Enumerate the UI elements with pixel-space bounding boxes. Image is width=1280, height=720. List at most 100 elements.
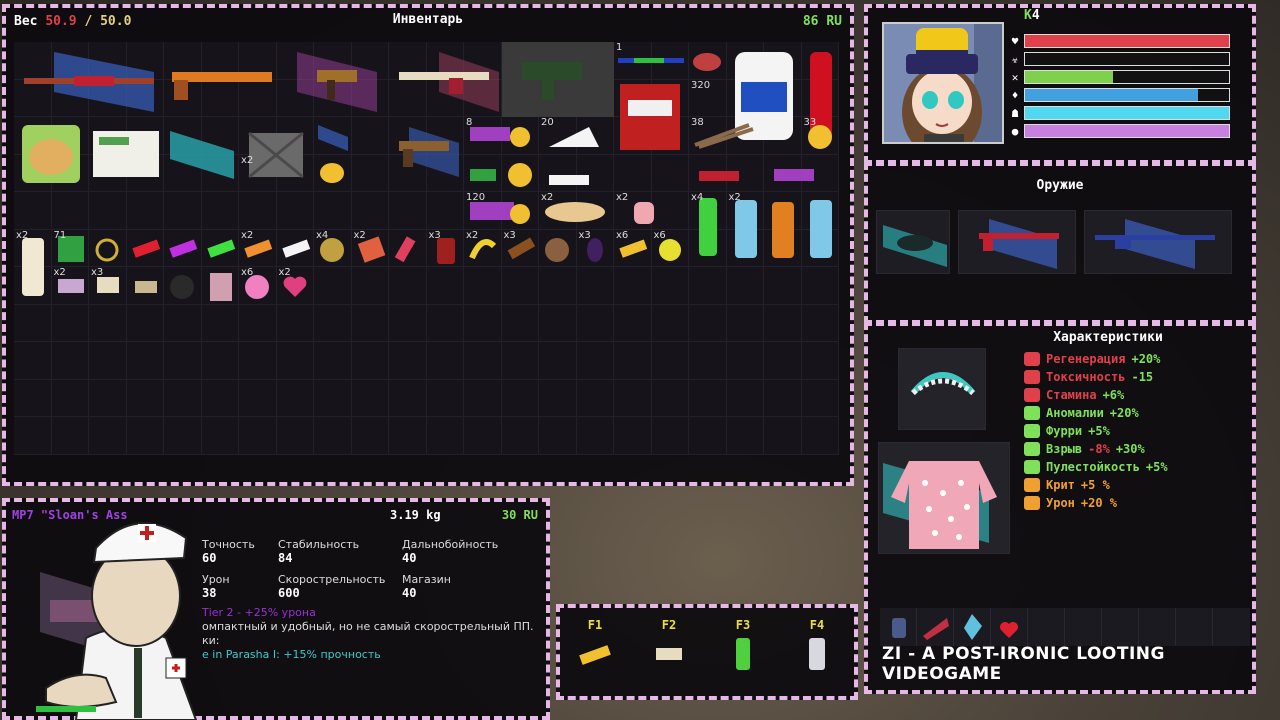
inventory-cell[interactable] [314,154,352,192]
weapon-slot-melee[interactable] [876,210,950,274]
trinket-slot[interactable] [991,608,1028,646]
inventory-item[interactable] [314,117,352,155]
inventory-cell[interactable] [89,229,127,267]
inventory-cell[interactable] [501,42,614,117]
inventory-cell[interactable] [276,379,314,417]
inventory-cell[interactable] [651,342,689,380]
inventory-cell[interactable] [51,342,89,380]
inventory-cell[interactable]: x6 [239,267,277,305]
inventory-cell[interactable] [726,342,764,380]
inventory-cell[interactable] [689,342,727,380]
inventory-cell[interactable] [351,379,389,417]
inventory-cell[interactable] [726,417,764,455]
inventory-cell[interactable] [614,342,652,380]
inventory-cell[interactable] [276,417,314,455]
inventory-item[interactable] [127,267,165,305]
hotbar-slot-f2[interactable]: F2 [644,618,694,675]
inventory-item[interactable] [164,267,202,305]
trinket-slot[interactable] [1028,608,1065,646]
inventory-cell[interactable] [126,304,164,342]
hotbar-slot-f1[interactable]: F1 [570,618,620,675]
clothing-slot[interactable] [878,442,1010,554]
inventory-cell[interactable] [276,342,314,380]
inventory-cell[interactable] [576,304,614,342]
inventory-cell[interactable] [764,192,802,258]
weapon-slot-secondary[interactable] [958,210,1076,274]
inventory-item[interactable] [614,42,689,80]
inventory-cell[interactable]: x6 [614,229,652,267]
inventory-cell[interactable] [351,304,389,342]
inventory-cell[interactable]: x4 [314,229,352,267]
hotbar-slot-f4[interactable]: F4 [792,618,842,675]
trinket-slot[interactable] [1139,608,1176,646]
inventory-cell[interactable] [89,304,127,342]
inventory-cell[interactable] [464,267,502,305]
inventory-cell[interactable] [764,304,802,342]
inventory-cell[interactable] [164,417,202,455]
inventory-cell[interactable]: 120 [464,192,530,230]
inventory-cell[interactable] [314,417,352,455]
inventory-cell[interactable] [239,342,277,380]
inventory-cell[interactable] [351,342,389,380]
inventory-item[interactable] [764,155,839,193]
inventory-cell[interactable]: 71 [51,229,89,267]
inventory-cell[interactable]: 38 [689,117,754,155]
inventory-cell[interactable] [689,154,739,192]
inventory-cell[interactable] [501,379,539,417]
inventory-cell[interactable] [239,117,304,179]
inventory-cell[interactable] [201,379,239,417]
inventory-item[interactable] [164,42,277,117]
inventory-cell[interactable] [389,417,427,455]
inventory-item[interactable] [614,80,689,155]
inventory-cell[interactable]: x3 [89,267,127,305]
inventory-cell[interactable] [801,379,839,417]
inventory-cell[interactable] [314,379,352,417]
inventory-cell[interactable] [201,192,239,230]
inventory-item[interactable] [164,117,239,192]
inventory-cell[interactable] [89,192,127,230]
inventory-cell[interactable] [351,267,389,305]
inventory-cell[interactable] [126,229,164,267]
inventory-cell[interactable]: x3 [426,229,464,267]
inventory-cell[interactable] [614,304,652,342]
inventory-cell[interactable] [539,304,577,342]
inventory-cell[interactable] [164,304,202,342]
inventory-cell[interactable] [801,304,839,342]
inventory-item[interactable] [164,230,202,268]
inventory-cell[interactable] [464,417,502,455]
inventory-cell[interactable] [539,379,577,417]
inventory-cell[interactable] [51,192,89,230]
inventory-cell[interactable] [614,154,652,192]
inventory-cell[interactable] [89,117,159,177]
inventory-cell[interactable] [614,79,680,150]
inventory-item[interactable] [277,42,390,117]
inventory-cell[interactable] [276,304,314,342]
inventory-item[interactable] [202,230,240,268]
inventory-cell[interactable] [51,417,89,455]
inventory-cell[interactable] [239,304,277,342]
inventory-cell[interactable] [389,267,427,305]
trinket-slot[interactable] [1102,608,1139,646]
inventory-cell[interactable] [539,417,577,455]
inventory-cell[interactable] [51,379,89,417]
trinket-slot[interactable] [1213,608,1250,646]
inventory-cell[interactable] [539,267,577,305]
inventory-cell[interactable] [239,417,277,455]
inventory-cell[interactable] [651,417,689,455]
inventory-item[interactable] [14,230,52,305]
inventory-cell[interactable] [389,117,459,177]
inventory-cell[interactable] [764,267,802,305]
inventory-cell[interactable] [14,192,52,230]
inventory-cell[interactable] [426,304,464,342]
inventory-cell[interactable] [164,267,202,305]
inventory-cell[interactable] [314,267,352,305]
inventory-item[interactable] [689,42,727,80]
inventory-cell[interactable] [801,417,839,455]
inventory-cell[interactable] [89,417,127,455]
inventory-cell[interactable]: 33 [801,117,839,155]
inventory-cell[interactable] [539,229,577,267]
inventory-cell[interactable] [801,342,839,380]
inventory-cell[interactable] [614,267,652,305]
inventory-item[interactable] [539,155,614,193]
inventory-cell[interactable] [389,342,427,380]
